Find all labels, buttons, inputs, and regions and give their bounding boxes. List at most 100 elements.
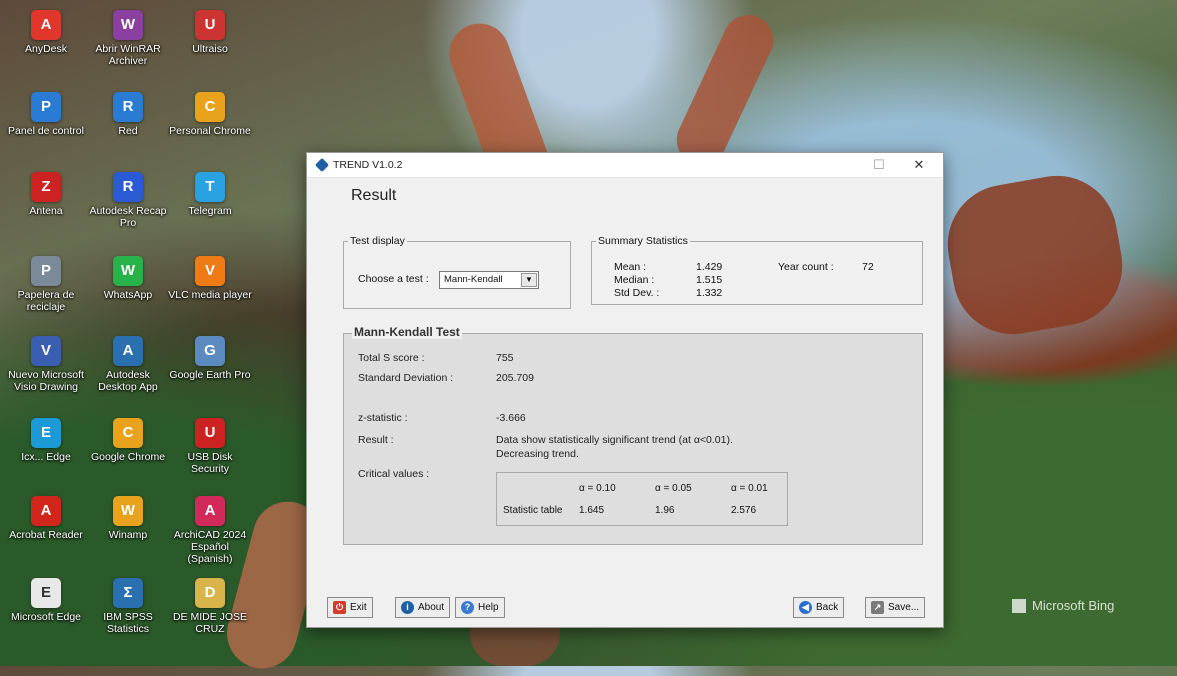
- exit-button-label: Exit: [350, 602, 367, 613]
- desktop-icon[interactable]: P Papelera de reciclaje: [4, 256, 88, 313]
- year-count-value: 72: [862, 261, 874, 273]
- mann-kendall-title: Mann-Kendall Test: [352, 325, 462, 339]
- desktop-icon[interactable]: U Ultraiso: [168, 10, 252, 55]
- desktop-icon[interactable]: T Telegram: [168, 172, 252, 217]
- desktop-icon[interactable]: R Autodesk Recap Pro: [86, 172, 170, 229]
- desktop-icon-label: Panel de control: [8, 125, 84, 137]
- desktop-icon[interactable]: U USB Disk Security: [168, 418, 252, 475]
- critical-values-label: Critical values :: [358, 468, 430, 480]
- critical-header-001: α = 0.01: [731, 483, 768, 494]
- desktop-app-icon: R: [113, 92, 143, 122]
- standard-deviation-label: Standard Deviation :: [358, 372, 454, 384]
- test-select[interactable]: Mann-Kendall ▼: [439, 271, 539, 289]
- mean-label: Mean :: [614, 261, 647, 273]
- exit-icon: ⏻: [333, 601, 346, 614]
- desktop-app-icon: C: [113, 418, 143, 448]
- desktop-app-icon: A: [195, 496, 225, 526]
- desktop-app-icon: V: [31, 336, 61, 366]
- desktop-app-icon: A: [31, 10, 61, 40]
- bing-watermark-text: Microsoft Bing: [1032, 598, 1115, 613]
- critical-value-010: 1.645: [579, 505, 605, 516]
- page-title: Result: [351, 187, 397, 204]
- desktop-icon-label: IBM SPSS Statistics: [103, 611, 153, 635]
- desktop-icon-label: Microsoft Edge: [10, 611, 82, 623]
- desktop-icon-label: Personal Chrome: [169, 125, 251, 137]
- desktop-icon[interactable]: P Panel de control: [4, 92, 88, 137]
- desktop-icon[interactable]: C Google Chrome: [86, 418, 170, 463]
- window-title: TREND V1.0.2: [333, 159, 403, 171]
- desktop-icon[interactable]: W Abrir WinRAR Archiver: [86, 10, 170, 67]
- desktop-icon-label: Nuevo Microsoft Visio Drawing: [8, 369, 84, 393]
- desktop-icon[interactable]: E Icx... Edge: [4, 418, 88, 463]
- back-arrow-icon: ◀: [799, 601, 812, 614]
- result-line-2: Decreasing trend.: [496, 448, 579, 460]
- desktop-icon-label: Papelera de reciclaje: [17, 289, 75, 313]
- desktop-icon[interactable]: Z Antena: [4, 172, 88, 217]
- title-bar[interactable]: TREND V1.0.2 ☐ ✕: [307, 153, 943, 178]
- critical-value-005: 1.96: [655, 505, 675, 516]
- desktop-icon[interactable]: E Microsoft Edge: [4, 578, 88, 623]
- result-line-1: Data show statistically significant tren…: [496, 434, 733, 446]
- help-icon: ?: [461, 601, 474, 614]
- desktop-icon-label: VLC media player: [168, 289, 252, 301]
- critical-value-001: 2.576: [731, 505, 757, 516]
- desktop-app-icon: A: [113, 336, 143, 366]
- median-label: Median :: [614, 274, 655, 286]
- desktop-icon[interactable]: G Google Earth Pro: [168, 336, 252, 381]
- mean-value: 1.429: [696, 261, 723, 273]
- exit-button[interactable]: ⏻ Exit: [327, 597, 373, 618]
- total-score-label: Total S score :: [358, 352, 425, 364]
- desktop-icon[interactable]: A AnyDesk: [4, 10, 88, 55]
- save-button[interactable]: ↗ Save...: [865, 597, 926, 618]
- desktop-icon-label: USB Disk Security: [187, 451, 233, 475]
- test-display-group: Test display Choose a test : Mann-Kendal…: [343, 235, 571, 309]
- critical-values-table: α = 0.10 α = 0.05 α = 0.01 Statistic tab…: [496, 472, 788, 526]
- desktop-app-icon: G: [195, 336, 225, 366]
- desktop-icon[interactable]: Σ IBM SPSS Statistics: [86, 578, 170, 635]
- desktop-icon-label: Icx... Edge: [21, 451, 71, 463]
- desktop-icon[interactable]: R Red: [86, 92, 170, 137]
- desktop-app-icon: C: [195, 92, 225, 122]
- std-dev-label: Std Dev. :: [614, 287, 660, 299]
- mann-kendall-panel: Mann-Kendall Test Total S score : 755 St…: [343, 325, 923, 545]
- desktop-icon[interactable]: A Acrobat Reader: [4, 496, 88, 541]
- desktop-icon[interactable]: D DE MIDE JOSE CRUZ: [168, 578, 252, 635]
- summary-statistics-legend: Summary Statistics: [598, 235, 688, 247]
- about-button[interactable]: i About: [395, 597, 451, 618]
- desktop-icon-label: ArchiCAD 2024 Español (Spanish): [173, 529, 247, 565]
- help-button[interactable]: ? Help: [455, 597, 505, 618]
- desktop-icon[interactable]: A ArchiCAD 2024 Español (Spanish): [168, 496, 252, 565]
- desktop-icon-label: WhatsApp: [103, 289, 153, 301]
- std-dev-value: 1.332: [696, 287, 723, 299]
- close-button[interactable]: ✕: [899, 153, 939, 177]
- desktop-icon[interactable]: W WhatsApp: [86, 256, 170, 301]
- maximize-button[interactable]: ☐: [859, 153, 899, 177]
- desktop-icon[interactable]: W Winamp: [86, 496, 170, 541]
- chevron-down-icon[interactable]: ▼: [521, 273, 537, 287]
- test-display-legend: Test display: [350, 235, 405, 247]
- desktop-icon-label: Antena: [29, 205, 63, 217]
- desktop-app-icon: W: [113, 10, 143, 40]
- desktop-app-icon: P: [31, 256, 61, 286]
- result-label: Result :: [358, 434, 394, 446]
- about-button-label: About: [418, 602, 445, 613]
- desktop-icon[interactable]: V VLC media player: [168, 256, 252, 301]
- desktop-icon-label: Abrir WinRAR Archiver: [95, 43, 161, 67]
- desktop-app-icon: T: [195, 172, 225, 202]
- choose-test-label: Choose a test :: [358, 273, 429, 285]
- back-button[interactable]: ◀ Back: [793, 597, 845, 618]
- bing-watermark: Microsoft Bing: [1012, 598, 1114, 613]
- year-count-label: Year count :: [778, 261, 834, 273]
- desktop-app-icon: R: [113, 172, 143, 202]
- desktop-app-icon: D: [195, 578, 225, 608]
- critical-row-label: Statistic table: [503, 505, 563, 516]
- desktop-icon[interactable]: V Nuevo Microsoft Visio Drawing: [4, 336, 88, 393]
- desktop-icon-label: Google Earth Pro: [169, 369, 251, 381]
- desktop-icon[interactable]: A Autodesk Desktop App: [86, 336, 170, 393]
- z-statistic-value: -3.666: [496, 412, 526, 424]
- desktop-app-icon: P: [31, 92, 61, 122]
- desktop-icon[interactable]: C Personal Chrome: [168, 92, 252, 137]
- app-icon: [314, 157, 330, 173]
- desktop-icon-label: DE MIDE JOSE CRUZ: [172, 611, 248, 635]
- desktop-icon-label: Google Chrome: [90, 451, 166, 463]
